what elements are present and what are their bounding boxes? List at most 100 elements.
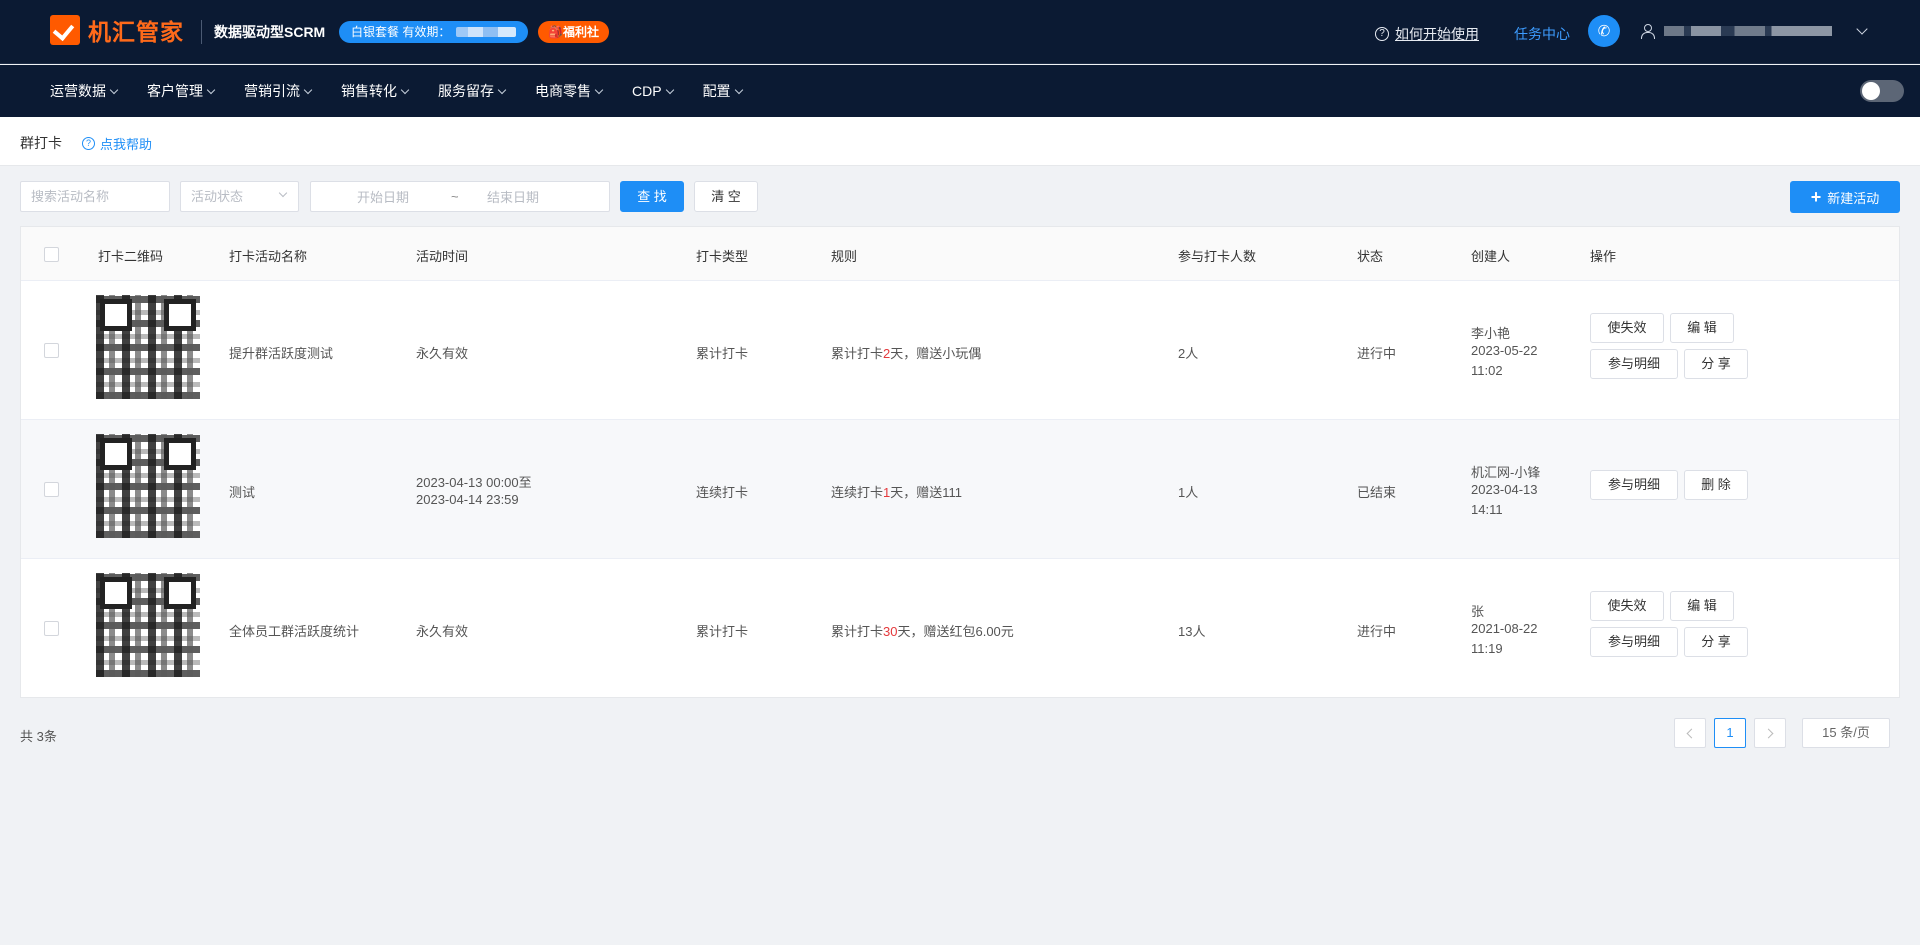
share-button[interactable]: 分 享 [1684, 349, 1748, 379]
row-checkbox[interactable] [44, 621, 59, 636]
logo[interactable]: 机汇管家 [50, 13, 184, 47]
activity-name: 全体员工群活跃度统计 [229, 624, 360, 639]
column-header-participants: 参与打卡人数 [1178, 249, 1257, 264]
chevron-down-icon [278, 188, 288, 198]
status-text: 已结束 [1357, 485, 1397, 500]
nav-item-operation-data[interactable]: 运营数据 [50, 81, 119, 101]
rule-prefix: 累计打卡 [831, 346, 884, 361]
date-range-picker[interactable]: 开始日期 ~ 结束日期 [310, 181, 610, 212]
nav-item-label: 服务留存 [438, 83, 494, 99]
user-menu[interactable] [1640, 23, 1868, 39]
column-header-status: 状态 [1357, 249, 1384, 264]
plus-icon: + [1810, 187, 1822, 207]
chevron-down-icon [109, 85, 119, 94]
end-date-placeholder: 结束日期 [487, 190, 540, 205]
page-number[interactable]: 1 [1714, 718, 1746, 748]
date-range-separator: ~ [451, 189, 459, 204]
prev-page-button[interactable] [1674, 718, 1706, 748]
participant-count: 2人 [1178, 346, 1199, 361]
logo-text: 机汇管家 [88, 19, 184, 45]
delete-button[interactable]: 删 除 [1684, 470, 1748, 500]
deactivate-button[interactable]: 使失效 [1590, 591, 1664, 621]
nav-item-ecommerce[interactable]: 电商零售 [535, 81, 604, 101]
table-row: 全体员工群活跃度统计 永久有效 累计打卡 累计打卡30天，赠送红包6.00元 1… [21, 559, 1899, 698]
page-title: 群打卡 [20, 135, 62, 151]
rule-prefix: 累计打卡 [831, 624, 884, 639]
rule-text: 连续打卡1天，赠送111 [831, 482, 962, 501]
creator-name: 机汇网-小锋 [1471, 465, 1541, 480]
nav-item-customer-management[interactable]: 客户管理 [147, 81, 216, 101]
nav-item-label: 运营数据 [50, 83, 106, 99]
checkin-type: 累计打卡 [696, 624, 749, 639]
next-page-button[interactable] [1754, 718, 1786, 748]
activity-time: 永久有效 [416, 346, 469, 361]
qrcode-image[interactable] [96, 434, 200, 538]
participant-details-button[interactable]: 参与明细 [1590, 349, 1678, 379]
status-select[interactable]: 活动状态 [180, 181, 299, 212]
deactivate-button[interactable]: 使失效 [1590, 313, 1664, 343]
created-time: 14:11 [1471, 502, 1503, 517]
search-input[interactable] [20, 181, 170, 212]
nav-item-sales-conversion[interactable]: 销售转化 [341, 81, 410, 101]
task-center-link[interactable]: 任务中心 [1514, 24, 1570, 44]
activity-table: 打卡二维码 打卡活动名称 活动时间 打卡类型 规则 参与打卡人数 状态 创建人 … [20, 226, 1900, 698]
phone-button[interactable]: ✆ [1588, 15, 1620, 47]
nav-item-cdp[interactable]: CDP [632, 83, 674, 99]
row-checkbox[interactable] [44, 482, 59, 497]
share-button[interactable]: 分 享 [1684, 627, 1748, 657]
column-header-actions: 操作 [1590, 249, 1617, 264]
rule-suffix: 天，赠送红包6.00元 [897, 624, 1014, 639]
status-text: 进行中 [1357, 624, 1397, 639]
total-count: 共 3条 [20, 729, 57, 744]
activity-name: 提升群活跃度测试 [229, 346, 334, 361]
help-start-link[interactable]: ? 如何开始使用 [1375, 24, 1479, 44]
table-row: 提升群活跃度测试 永久有效 累计打卡 累计打卡2天，赠送小玩偶 2人 进行中 李… [21, 281, 1899, 420]
help-link[interactable]: ? 点我帮助 [82, 134, 152, 153]
participant-count: 13人 [1178, 624, 1206, 639]
participant-details-button[interactable]: 参与明细 [1590, 470, 1678, 500]
help-link-label: 点我帮助 [100, 137, 153, 152]
welfare-badge[interactable]: 🎒福利社 [538, 21, 609, 43]
created-date: 2021-08-22 [1471, 621, 1538, 636]
nav-item-config[interactable]: 配置 [702, 81, 743, 101]
nav-item-label: 销售转化 [341, 83, 397, 99]
search-button[interactable]: 查 找 [620, 181, 684, 212]
created-date: 2023-05-22 [1471, 343, 1538, 358]
column-header-name: 打卡活动名称 [229, 249, 308, 264]
top-header: 机汇管家 数据驱动型SCRM 白银套餐 有效期： 🎒福利社 ? 如何开始使用 任… [0, 0, 1920, 64]
created-date: 2023-04-13 [1471, 482, 1538, 497]
creator-name: 张 [1471, 604, 1485, 619]
table-header: 打卡二维码 打卡活动名称 活动时间 打卡类型 规则 参与打卡人数 状态 创建人 … [21, 227, 1899, 281]
edit-button[interactable]: 编 辑 [1670, 313, 1734, 343]
chevron-right-icon [1763, 728, 1774, 739]
rule-days: 30 [883, 624, 898, 639]
column-header-type: 打卡类型 [696, 249, 749, 264]
package-badge[interactable]: 白银套餐 有效期： [339, 21, 529, 43]
participant-details-button[interactable]: 参与明细 [1590, 627, 1678, 657]
column-header-creator: 创建人 [1471, 249, 1511, 264]
chevron-down-icon [206, 85, 216, 94]
package-badge-label: 白银套餐 有效期： [351, 25, 451, 39]
chevron-down-icon [1856, 23, 1868, 35]
new-activity-button[interactable]: + 新建活动 [1790, 181, 1900, 213]
edit-button[interactable]: 编 辑 [1670, 591, 1734, 621]
nav-item-label: 配置 [702, 83, 731, 99]
nav-item-service-retention[interactable]: 服务留存 [438, 81, 507, 101]
nav-item-marketing[interactable]: 营销引流 [244, 81, 313, 101]
page-size-select[interactable]: 15 条/页 [1802, 718, 1890, 748]
activity-time-start: 2023-04-13 00:00至 [416, 475, 532, 490]
question-circle-icon: ? [82, 137, 95, 150]
qrcode-image[interactable] [96, 573, 200, 677]
clear-button[interactable]: 清 空 [694, 181, 758, 212]
chevron-left-icon [1686, 728, 1697, 739]
creator-name: 李小艳 [1471, 326, 1511, 341]
select-all-checkbox[interactable] [44, 247, 59, 262]
qrcode-image[interactable] [96, 295, 200, 399]
new-activity-label: 新建活动 [1827, 190, 1880, 206]
row-checkbox[interactable] [44, 343, 59, 358]
logo-divider [201, 20, 202, 44]
theme-toggle[interactable] [1860, 80, 1904, 102]
chevron-down-icon [303, 85, 313, 94]
checkin-type: 累计打卡 [696, 346, 749, 361]
rule-suffix: 天，赠送小玩偶 [890, 346, 982, 361]
